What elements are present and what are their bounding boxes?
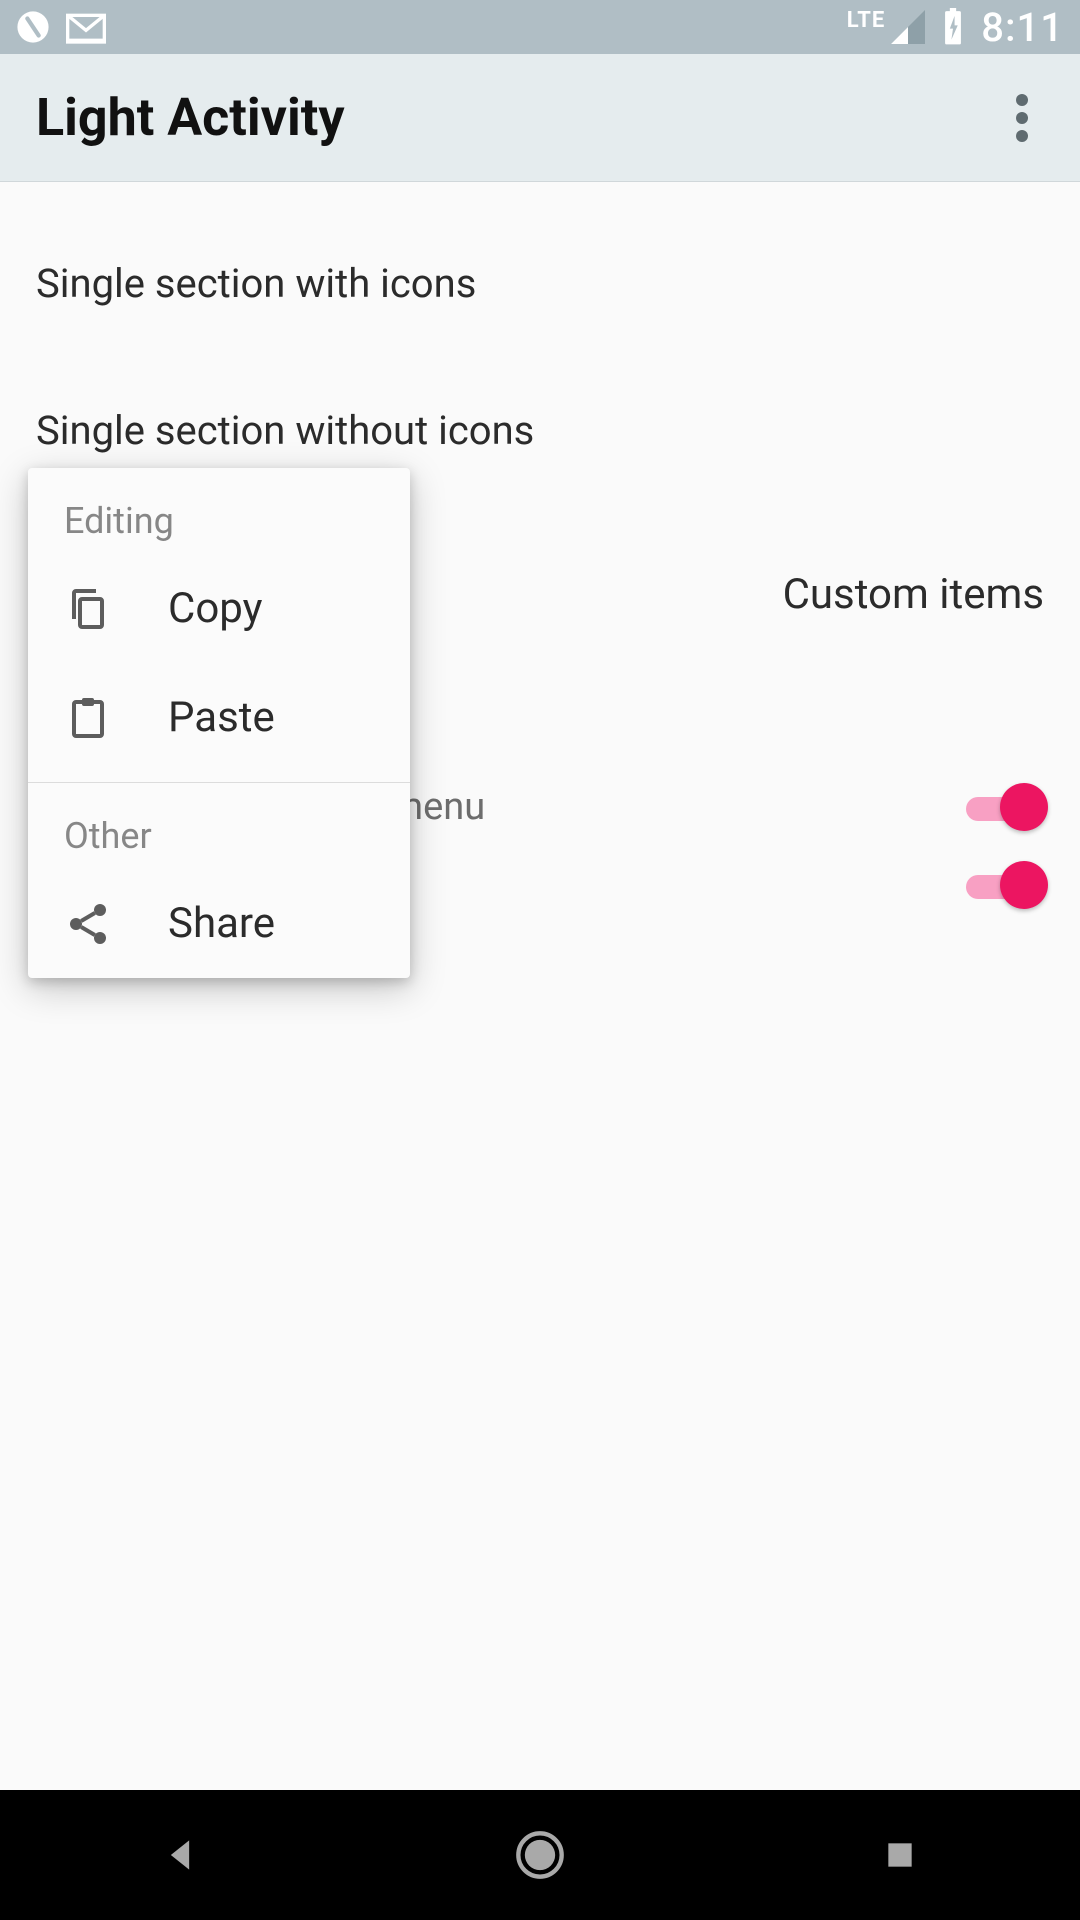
- cell-signal-icon: [891, 10, 925, 44]
- popup-item-share-label: Share: [168, 899, 275, 948]
- popup-section-other-header: Other: [28, 783, 410, 869]
- switch-thumb: [1000, 783, 1048, 831]
- show-share-switch[interactable]: [966, 861, 1044, 909]
- nav-back-button[interactable]: [150, 1825, 210, 1885]
- popup-item-copy-label: Copy: [168, 584, 263, 633]
- overflow-menu-button[interactable]: [992, 88, 1052, 148]
- circle-home-icon: [514, 1829, 566, 1881]
- popup-item-share[interactable]: Share: [28, 869, 410, 978]
- nav-recent-button[interactable]: [870, 1825, 930, 1885]
- status-bar: LTE 8:11: [0, 0, 1080, 54]
- popup-item-paste-label: Paste: [168, 693, 275, 742]
- single-section-without-icons-button[interactable]: Single section without icons: [0, 379, 1080, 482]
- show-copy-switch[interactable]: [966, 783, 1044, 831]
- popup-menu: Editing Copy Paste Other: [28, 468, 410, 978]
- system-nav-bar: [0, 1790, 1080, 1920]
- gmail-icon: [66, 10, 106, 44]
- switch-thumb: [1000, 861, 1048, 909]
- single-section-with-icons-button[interactable]: Single section with icons: [0, 232, 1080, 335]
- nav-home-button[interactable]: [510, 1825, 570, 1885]
- paste-icon: [64, 694, 112, 742]
- triangle-back-icon: [158, 1833, 202, 1877]
- popup-item-copy[interactable]: Copy: [28, 554, 410, 663]
- app-circle-icon: [16, 10, 50, 44]
- battery-charging-icon: [941, 8, 965, 46]
- copy-icon: [64, 585, 112, 633]
- share-icon: [64, 900, 112, 948]
- popup-item-paste[interactable]: Paste: [28, 663, 410, 772]
- popup-section-editing-header: Editing: [28, 468, 410, 554]
- status-clock: 8:11: [981, 4, 1064, 51]
- status-bar-left: [16, 10, 106, 44]
- square-recent-icon: [880, 1835, 920, 1875]
- status-bar-right: LTE 8:11: [847, 4, 1064, 51]
- lte-label: LTE: [847, 8, 885, 33]
- action-bar: Light Activity: [0, 54, 1080, 182]
- more-vert-icon: [1016, 94, 1028, 142]
- page-title: Light Activity: [36, 87, 345, 148]
